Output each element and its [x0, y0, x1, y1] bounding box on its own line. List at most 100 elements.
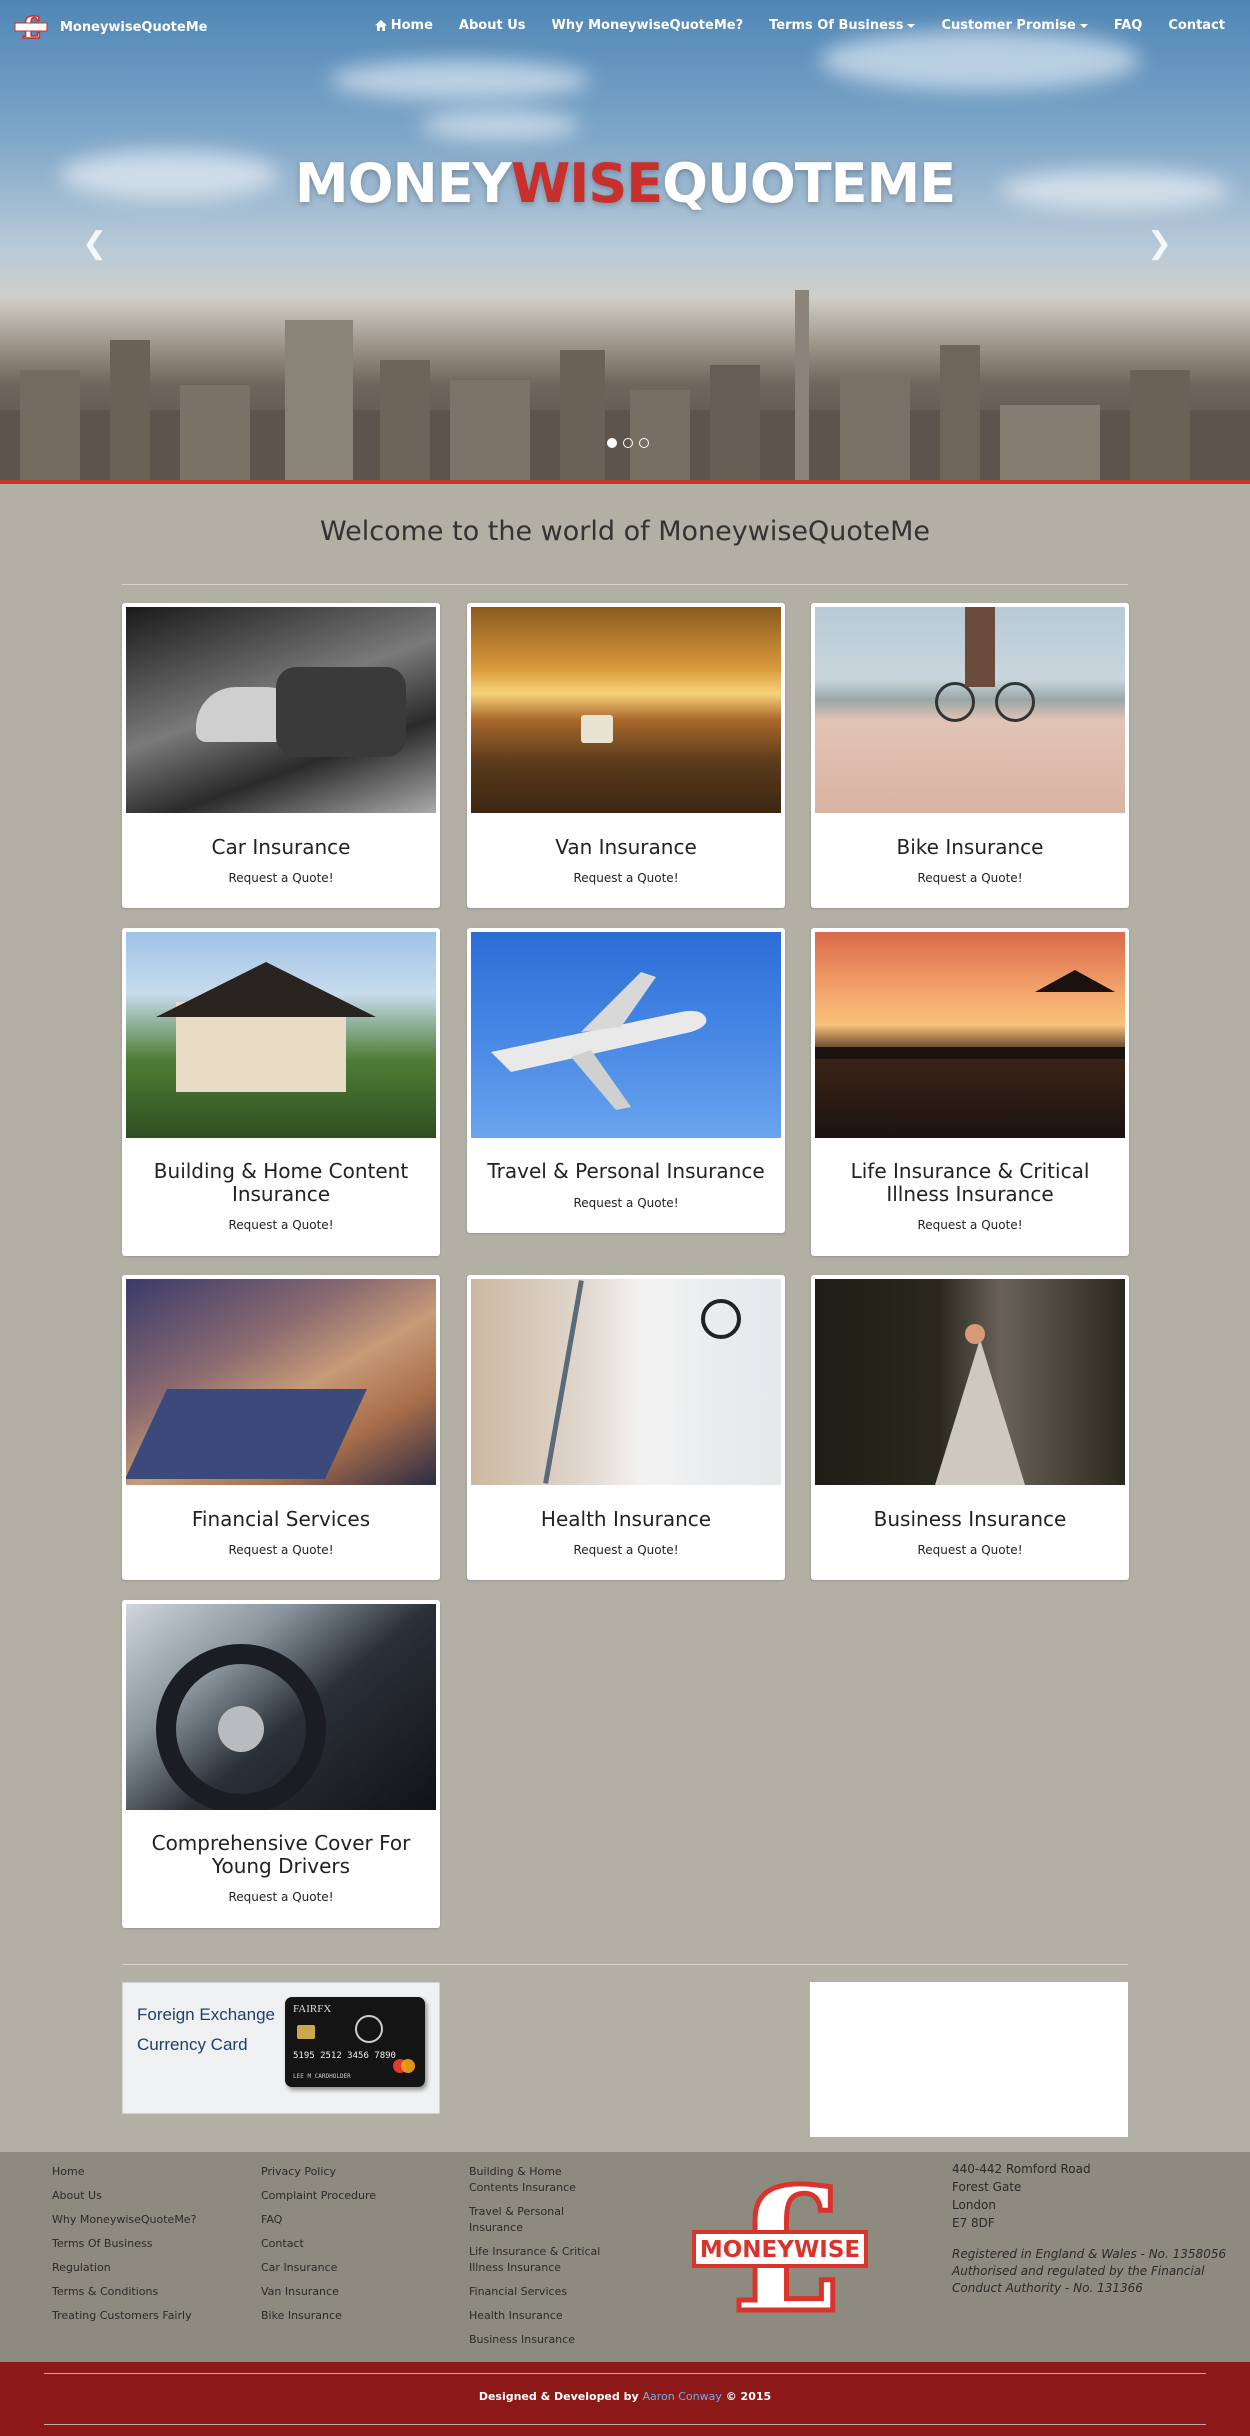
welcome-heading: Welcome to the world of MoneywiseQuoteMe [320, 516, 930, 547]
card-young-drivers[interactable]: Comprehensive Cover For Young Drivers Re… [122, 1600, 440, 1928]
top-navbar: £ MoneywiseQuoteMe Home About Us Why Mon… [0, 0, 1250, 52]
request-quote-link[interactable]: Request a Quote! [122, 1543, 440, 1557]
hero-carousel: MONEYWISEQUOTEME ❮ ❯ [0, 0, 1250, 480]
footer-link[interactable]: About Us [52, 2188, 196, 2204]
pier-sunset-photo [815, 932, 1125, 1138]
card-title: Car Insurance [211, 835, 351, 859]
carousel-dot[interactable] [607, 438, 617, 448]
footer-col-1: Home About Us Why MoneywiseQuoteMe? Term… [52, 2164, 196, 2332]
businessman-photo [815, 1279, 1125, 1485]
nav-about-us[interactable]: About Us [446, 18, 539, 33]
request-quote-link[interactable]: Request a Quote! [467, 1196, 785, 1210]
footer-link[interactable]: Regulation [52, 2260, 196, 2276]
steering-wheel-photo [126, 1604, 436, 1810]
card-health-insurance[interactable]: Health Insurance Request a Quote! [467, 1275, 785, 1580]
card-chip-icon [297, 2025, 315, 2039]
footer-link[interactable]: Financial Services [469, 2284, 609, 2300]
carousel-dot[interactable] [639, 438, 649, 448]
euro-icon [355, 2015, 383, 2043]
footer-legal: Registered in England & Wales - No. 1358… [952, 2247, 1227, 2295]
divider [122, 584, 1128, 585]
nav-customer-promise-dropdown[interactable]: Customer Promise [928, 18, 1100, 33]
credits: Designed & Developed by Aaron Conway © 2… [478, 2390, 772, 2403]
footer-link[interactable]: Privacy Policy [261, 2164, 376, 2180]
card-building-home-insurance[interactable]: Building & Home Content Insurance Reques… [122, 928, 440, 1256]
footer-link[interactable]: Health Insurance [469, 2308, 609, 2324]
footer-link[interactable]: FAQ [261, 2212, 376, 2228]
request-quote-link[interactable]: Request a Quote! [122, 1890, 440, 1904]
carousel-dot[interactable] [623, 438, 633, 448]
van-photo [471, 607, 781, 813]
airplane-photo [471, 932, 781, 1138]
bottom-bar: Designed & Developed by Aaron Conway © 2… [0, 2362, 1250, 2436]
nav-why[interactable]: Why MoneywiseQuoteMe? [539, 18, 757, 33]
card-travel-insurance[interactable]: Travel & Personal Insurance Request a Qu… [467, 928, 785, 1233]
card-title: Building & Home Content Insurance [153, 1159, 409, 1206]
footer-link[interactable]: Why MoneywiseQuoteMe? [52, 2212, 196, 2228]
request-quote-link[interactable]: Request a Quote! [811, 871, 1129, 885]
request-quote-link[interactable]: Request a Quote! [467, 1543, 785, 1557]
card-title: Financial Services [191, 1507, 371, 1531]
ad-placeholder [810, 1982, 1128, 2137]
footer-link[interactable]: Contact [261, 2236, 376, 2252]
laptop-phone-photo [126, 1279, 436, 1485]
bike-photo [815, 607, 1125, 813]
footer-link[interactable]: Building & Home Contents Insurance [469, 2164, 609, 2196]
card-title: Comprehensive Cover For Young Drivers [151, 1831, 411, 1878]
divider [44, 2373, 1206, 2374]
divider [122, 1964, 1128, 1965]
footer-link[interactable]: Car Insurance [261, 2260, 376, 2276]
footer-link[interactable]: Terms & Conditions [52, 2284, 196, 2300]
card-bike-insurance[interactable]: Bike Insurance Request a Quote! [811, 603, 1129, 908]
hero-title: MONEYWISEQUOTEME [294, 152, 956, 215]
brand[interactable]: £ MoneywiseQuoteMe [14, 12, 207, 42]
carousel-next-icon[interactable]: ❯ [1147, 226, 1172, 261]
doctor-photo [471, 1279, 781, 1485]
footer-link[interactable]: Life Insurance & Critical Illness Insura… [469, 2244, 609, 2276]
request-quote-link[interactable]: Request a Quote! [467, 871, 785, 885]
card-business-insurance[interactable]: Business Insurance Request a Quote! [811, 1275, 1129, 1580]
nav-contact[interactable]: Contact [1155, 18, 1238, 33]
author-link[interactable]: Aaron Conway [643, 2390, 722, 2403]
card-financial-services[interactable]: Financial Services Request a Quote! [122, 1275, 440, 1580]
moneywise-logo: £ MONEYWISE [692, 2172, 868, 2322]
nav-menu: Home About Us Why MoneywiseQuoteMe? Term… [362, 18, 1238, 33]
footer-col-3: Building & Home Contents Insurance Trave… [469, 2164, 609, 2356]
brand-name: MoneywiseQuoteMe [60, 19, 208, 35]
ad-line2: Currency Card [137, 2035, 248, 2054]
request-quote-link[interactable]: Request a Quote! [811, 1543, 1129, 1557]
nav-terms-dropdown[interactable]: Terms Of Business [756, 18, 928, 33]
carousel-indicators [607, 438, 649, 448]
footer: Home About Us Why MoneywiseQuoteMe? Term… [0, 2152, 1250, 2362]
footer-link[interactable]: Treating Customers Fairly [52, 2308, 196, 2324]
carousel-prev-icon[interactable]: ❮ [82, 226, 107, 261]
fx-currency-card-ad[interactable]: Foreign Exchange Currency Card FAIRFX 51… [122, 1982, 440, 2114]
card-title: Life Insurance & Critical Illness Insura… [850, 1159, 1090, 1206]
card-life-insurance[interactable]: Life Insurance & Critical Illness Insura… [811, 928, 1129, 1256]
credit-card-image: FAIRFX 5195 2512 3456 7890 LEE M CARDHOL… [285, 1997, 425, 2087]
nav-home[interactable]: Home [362, 18, 446, 33]
request-quote-link[interactable]: Request a Quote! [811, 1218, 1129, 1232]
footer-col-2: Privacy Policy Complaint Procedure FAQ C… [261, 2164, 376, 2332]
card-title: Van Insurance [555, 835, 697, 859]
footer-link[interactable]: Home [52, 2164, 196, 2180]
footer-link[interactable]: Terms Of Business [52, 2236, 196, 2252]
ad-line1: Foreign Exchange [137, 2005, 275, 2024]
footer-link[interactable]: Business Insurance [469, 2332, 609, 2348]
caret-down-icon [907, 23, 916, 28]
card-car-insurance[interactable]: Car Insurance Request a Quote! [122, 603, 440, 908]
divider [44, 2424, 1206, 2425]
cloud [420, 110, 580, 140]
footer-address: 440-442 Romford Road Forest Gate London … [952, 2162, 1227, 2295]
card-van-insurance[interactable]: Van Insurance Request a Quote! [467, 603, 785, 908]
footer-link[interactable]: Bike Insurance [261, 2308, 376, 2324]
footer-link[interactable]: Van Insurance [261, 2284, 376, 2300]
house-photo [126, 932, 436, 1138]
car-photo [126, 607, 436, 813]
request-quote-link[interactable]: Request a Quote! [122, 1218, 440, 1232]
footer-link[interactable]: Travel & Personal Insurance [469, 2204, 609, 2236]
footer-link[interactable]: Complaint Procedure [261, 2188, 376, 2204]
brand-logo-icon: £ [14, 12, 48, 42]
nav-faq[interactable]: FAQ [1101, 18, 1156, 33]
request-quote-link[interactable]: Request a Quote! [122, 871, 440, 885]
